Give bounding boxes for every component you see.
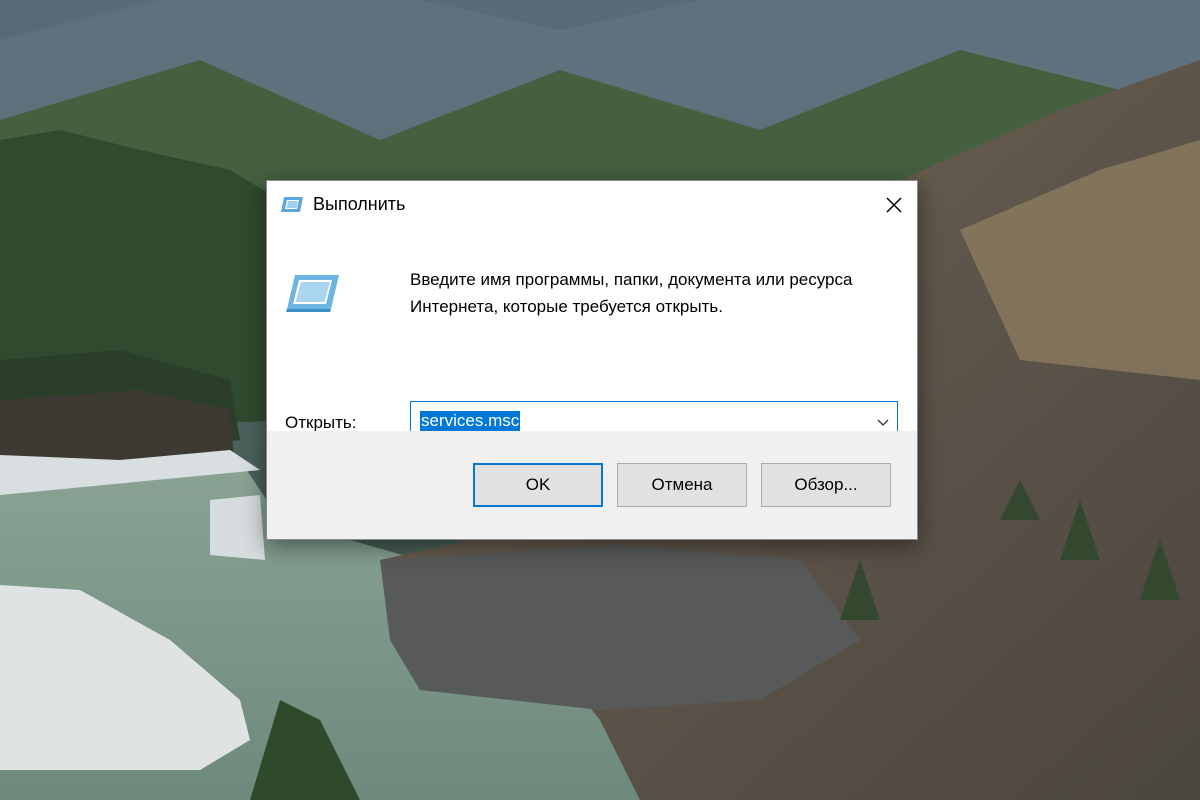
dropdown-button[interactable] (875, 414, 891, 430)
dialog-content: Введите имя программы, папки, документа … (267, 229, 917, 441)
run-dialog: Выполнить Введите имя программы, папки, … (266, 180, 918, 540)
browse-button[interactable]: Обзор... (761, 463, 891, 507)
open-input[interactable]: services.msc (420, 411, 521, 431)
cancel-button[interactable]: Отмена (617, 463, 747, 507)
run-title-icon (280, 195, 304, 215)
run-icon (285, 273, 341, 313)
open-label: Открыть: (285, 413, 357, 432)
close-button[interactable] (871, 181, 917, 229)
ok-button[interactable]: OK (473, 463, 603, 507)
chevron-down-icon (877, 419, 889, 426)
button-bar: OK Отмена Обзор... (267, 431, 917, 539)
close-icon (886, 197, 902, 213)
title-bar[interactable]: Выполнить (267, 181, 917, 229)
window-title: Выполнить (313, 194, 406, 214)
instruction-text: Введите имя программы, папки, документа … (410, 270, 853, 316)
